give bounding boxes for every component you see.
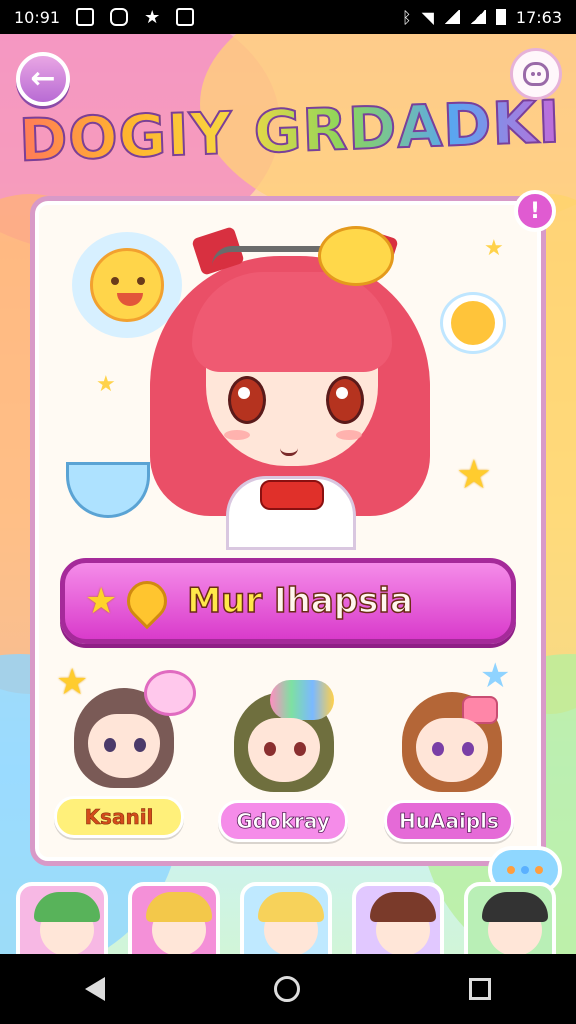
nav-home-icon[interactable] xyxy=(273,976,300,1002)
nav-back-icon[interactable] xyxy=(84,977,105,1001)
chat-dot-icon xyxy=(521,866,529,874)
friend-eye xyxy=(104,738,116,752)
signal-icon-2 xyxy=(469,10,486,24)
system-nav-bar xyxy=(0,954,576,1024)
blush xyxy=(224,430,250,440)
tray-hair xyxy=(146,892,212,922)
app-title: DOGIY GRDADKI xyxy=(17,76,563,186)
friend-eye xyxy=(432,742,444,756)
character-name-first: Mur xyxy=(187,580,263,622)
friend-name-label: HuAaipls xyxy=(384,800,514,842)
title-text: DOGIY GRDADKI xyxy=(17,87,563,176)
robot-face-icon xyxy=(523,62,549,86)
tray-hair xyxy=(370,892,436,922)
bowtie-icon xyxy=(260,480,324,510)
friend-eye xyxy=(264,742,276,756)
friend-name-label: Ksanil xyxy=(54,796,184,838)
chick-hairclip-icon xyxy=(318,226,394,286)
friend-card-3[interactable]: HuAaipls xyxy=(382,672,532,852)
star-icon: ★ xyxy=(144,6,161,28)
star-icon: ★ xyxy=(85,580,118,622)
gold-star-icon: ★ xyxy=(456,452,492,498)
flower-crown-icon xyxy=(270,680,334,720)
status-clock: 17:63 xyxy=(515,7,562,27)
character-name: Mur Ihapsia xyxy=(187,580,414,622)
status-time: 10:91 xyxy=(14,7,61,27)
message-icon xyxy=(110,8,129,26)
battery-icon xyxy=(495,9,506,25)
tray-hair xyxy=(34,892,100,922)
friend-eye xyxy=(134,738,146,752)
gold-star-icon: ★ xyxy=(56,662,89,703)
friend-card-2[interactable]: Gdokray xyxy=(214,672,364,852)
eye-left xyxy=(228,376,266,424)
character-name-last: Ihapsia xyxy=(273,580,413,622)
tray-hair xyxy=(482,892,548,922)
tray-hair xyxy=(258,892,324,922)
friend-eye xyxy=(462,742,474,756)
character-name-banner[interactable]: ★ Mur Ihapsia xyxy=(60,558,516,644)
gallery-icon xyxy=(176,8,195,26)
signal-icon xyxy=(443,10,460,24)
friend-eye xyxy=(294,742,306,756)
chat-dot-icon xyxy=(507,866,515,874)
bubble-dot-icon xyxy=(451,301,495,345)
info-icon: ! xyxy=(529,198,541,224)
nav-recents-icon[interactable] xyxy=(469,978,492,1000)
main-character-avatar[interactable] xyxy=(140,226,440,550)
bluetooth-icon: ᛒ xyxy=(401,7,412,27)
profile-button[interactable] xyxy=(510,48,562,100)
info-button[interactable]: ! xyxy=(514,190,556,232)
chat-dot-icon xyxy=(535,866,543,874)
eye-right xyxy=(326,376,364,424)
speech-bubble-sticker-icon xyxy=(440,292,506,354)
friend-name-label: Gdokray xyxy=(218,800,348,842)
character-selector-tray xyxy=(0,882,576,972)
wifi-icon: ◥ xyxy=(421,7,434,27)
image-icon xyxy=(76,8,95,26)
heart-icon xyxy=(118,572,176,630)
small-star-icon: ★ xyxy=(484,236,504,261)
speech-bubble-icon xyxy=(144,670,196,716)
small-star-icon: ★ xyxy=(96,372,116,397)
status-bar: 10:91 ★ ᛒ ◥ 17:63 xyxy=(0,0,576,34)
blue-star-icon: ★ xyxy=(480,656,511,696)
character-bangs xyxy=(192,272,392,372)
blush xyxy=(336,430,362,440)
